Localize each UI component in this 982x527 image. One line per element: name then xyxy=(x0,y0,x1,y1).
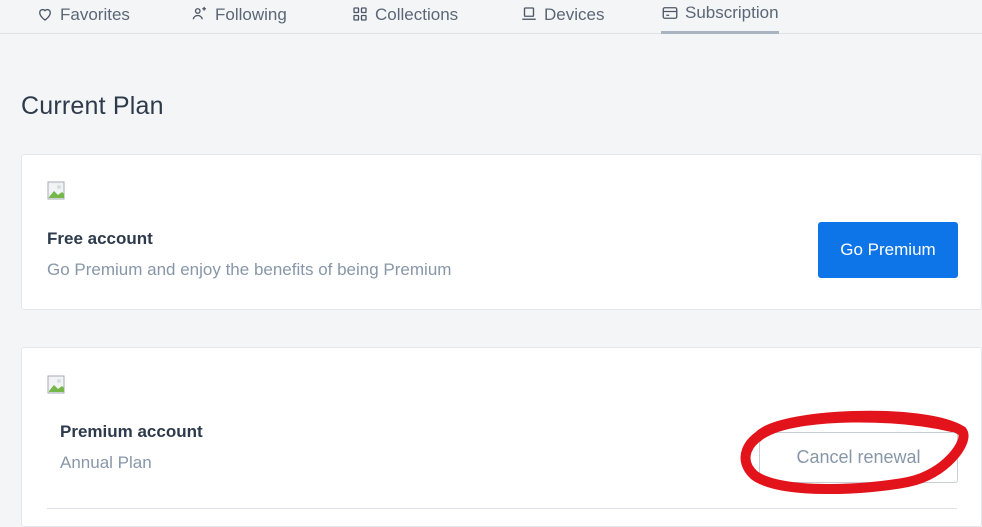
tab-subscription[interactable]: Subscription xyxy=(661,0,779,34)
heart-icon xyxy=(39,8,51,21)
divider xyxy=(47,508,957,509)
premium-plan-description: Annual Plan xyxy=(60,453,152,472)
tab-devices[interactable]: Devices xyxy=(520,0,604,34)
tab-favorites[interactable]: Favorites xyxy=(36,0,130,34)
go-premium-button[interactable]: Go Premium xyxy=(818,222,958,278)
tab-subscription-label: Subscription xyxy=(685,3,779,22)
premium-plan-card: Premium account Annual Plan Cancel renew… xyxy=(21,347,982,527)
card-icon xyxy=(662,6,678,19)
tab-favorites-label: Favorites xyxy=(60,4,130,24)
cancel-renewal-button[interactable]: Cancel renewal xyxy=(759,432,958,483)
subscription-tabs: Favorites Following Collections Devices xyxy=(0,0,982,34)
free-plan-description: Go Premium and enjoy the benefits of bei… xyxy=(47,260,452,279)
broken-image-icon xyxy=(47,375,65,394)
laptop-icon xyxy=(522,7,536,20)
page-title: Current Plan xyxy=(21,92,164,120)
grid-icon xyxy=(353,7,367,21)
tab-collections-label: Collections xyxy=(375,4,459,24)
broken-image-icon xyxy=(47,181,65,200)
users-icon xyxy=(192,6,206,20)
tab-following-label: Following xyxy=(215,4,287,24)
tab-following[interactable]: Following xyxy=(191,0,287,34)
free-plan-name: Free account xyxy=(47,229,153,248)
tab-collections[interactable]: Collections xyxy=(351,0,458,34)
premium-plan-name: Premium account xyxy=(60,422,203,441)
free-plan-card: Free account Go Premium and enjoy the be… xyxy=(21,154,982,310)
tab-devices-label: Devices xyxy=(544,4,605,24)
